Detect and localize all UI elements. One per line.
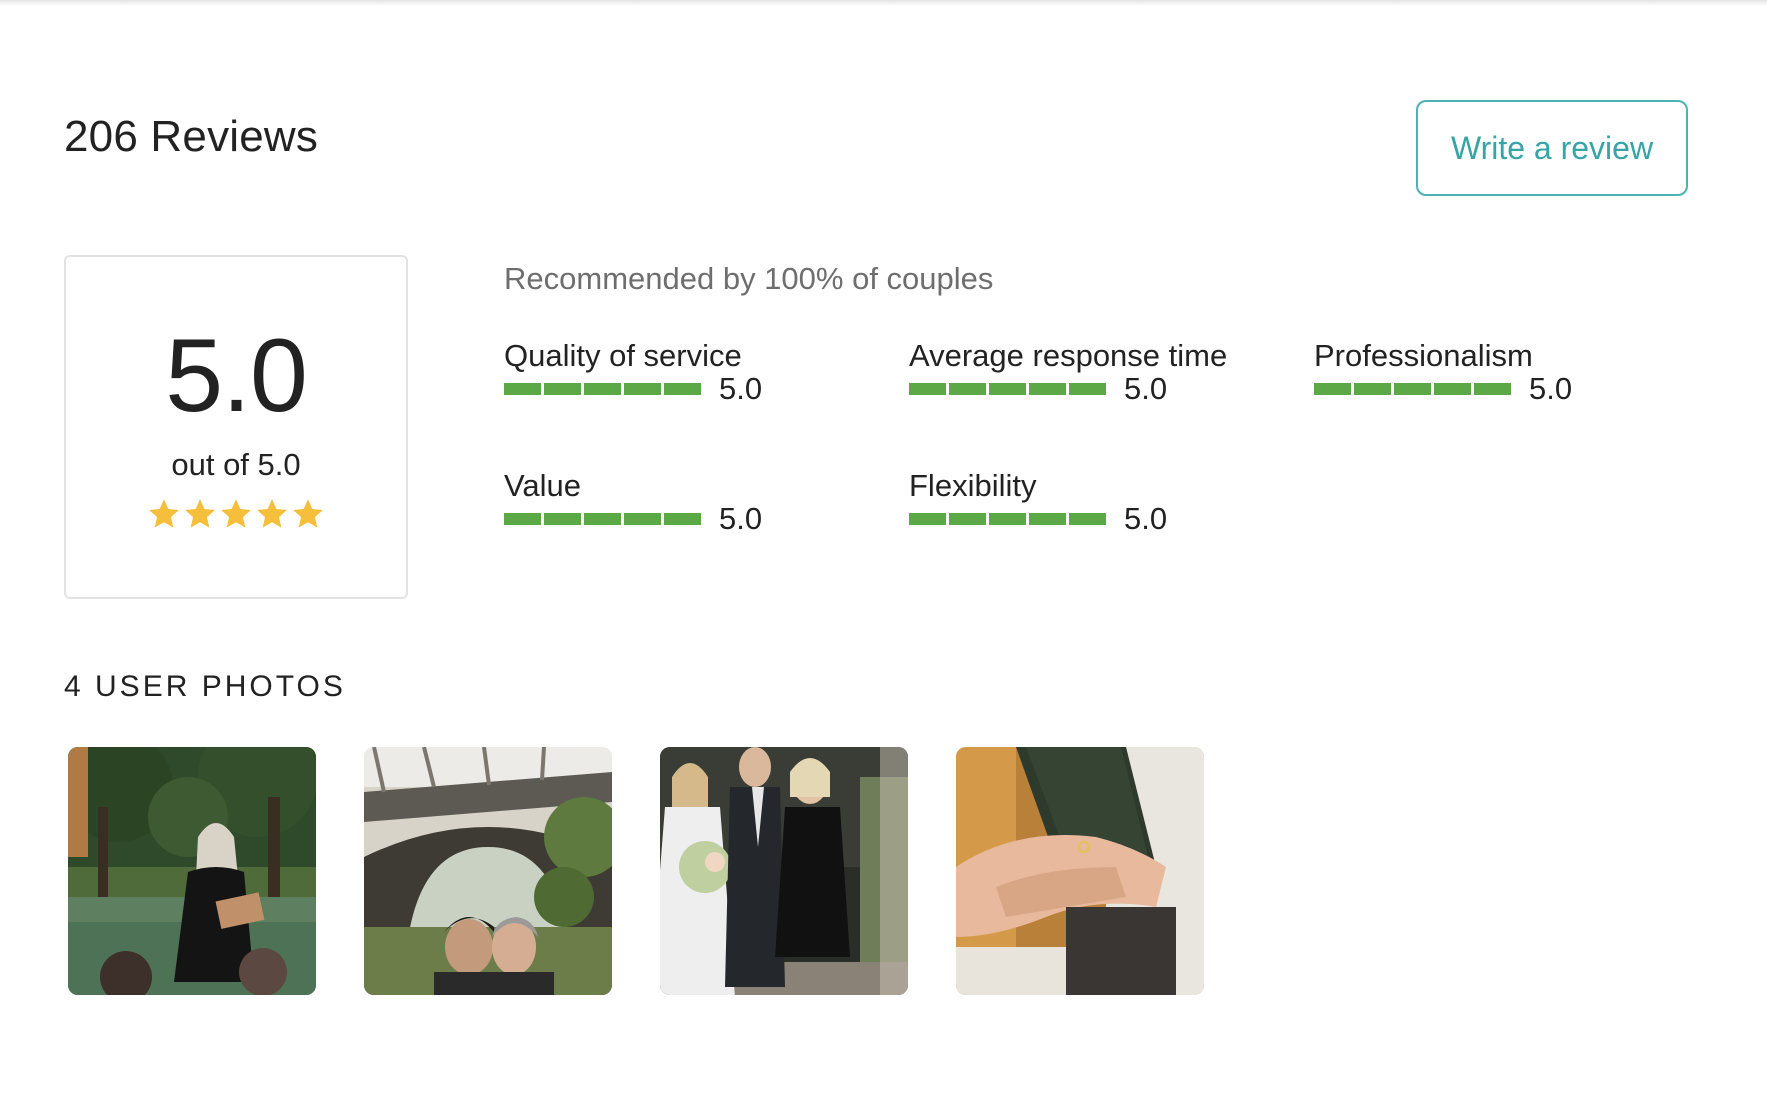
rating-bar <box>1314 383 1511 395</box>
overall-score-card: 5.0 out of 5.0 <box>64 255 408 599</box>
user-photos-heading: 4 USER PHOTOS <box>64 670 346 703</box>
rating-bar <box>909 383 1106 395</box>
rating-value-for-money: Value 5.0 <box>504 468 864 568</box>
rating-bar <box>504 513 701 525</box>
recommended-percentage: Recommended by 100% of couples <box>504 261 994 296</box>
star-icon <box>185 499 215 528</box>
star-icon <box>257 499 287 528</box>
rating-label: Quality of service <box>504 338 742 373</box>
user-photo-thumbnail[interactable] <box>68 747 316 995</box>
rating-value: 5.0 <box>719 501 763 536</box>
star-icon <box>293 499 323 528</box>
photo-officiant-reading <box>68 747 316 995</box>
rating-label: Average response time <box>909 338 1228 373</box>
rating-bar <box>909 513 1106 525</box>
user-photo-thumbnail[interactable] <box>956 747 1204 995</box>
rating-label: Value <box>504 468 581 503</box>
rating-quality-of-service: Quality of service 5.0 <box>504 338 864 438</box>
rating-flexibility: Flexibility 5.0 <box>909 468 1269 568</box>
reviews-count-heading: 206 Reviews <box>64 112 319 161</box>
photo-wedding-group <box>660 747 908 995</box>
write-review-button[interactable]: Write a review <box>1416 100 1688 196</box>
star-rating <box>66 497 406 531</box>
rating-value: 5.0 <box>1124 501 1168 536</box>
rating-professionalism: Professionalism 5.0 <box>1314 338 1674 438</box>
rating-bar <box>504 383 701 395</box>
score-out-of: out of 5.0 <box>171 447 301 482</box>
rating-value: 5.0 <box>1529 371 1573 406</box>
photo-couple-kiss-bridge <box>364 747 612 995</box>
photo-ring-exchange <box>956 747 1204 995</box>
star-icon <box>221 499 251 528</box>
star-icon <box>149 499 179 528</box>
rating-label: Flexibility <box>909 468 1037 503</box>
rating-label: Professionalism <box>1314 338 1533 373</box>
rating-value: 5.0 <box>1124 371 1168 406</box>
user-photo-thumbnail[interactable] <box>660 747 908 995</box>
rating-average-response-time: Average response time 5.0 <box>909 338 1269 438</box>
rating-value: 5.0 <box>719 371 763 406</box>
top-divider-shadow <box>0 0 1767 6</box>
user-photo-thumbnail[interactable] <box>364 747 612 995</box>
overall-score: 5.0 <box>165 318 308 434</box>
